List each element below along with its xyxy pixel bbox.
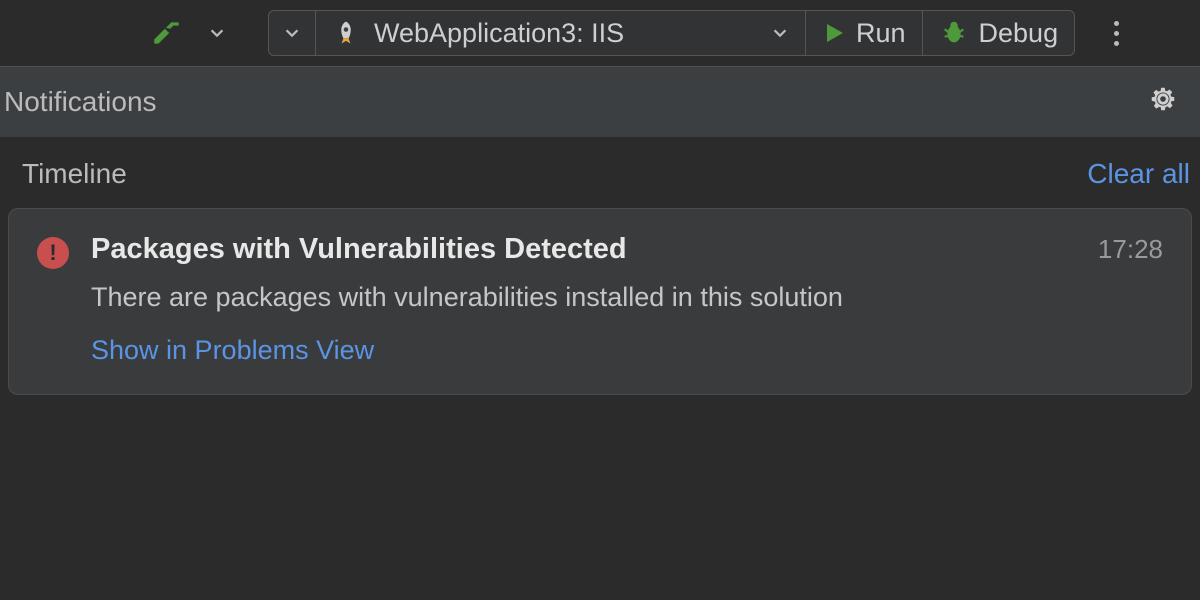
notifications-header: Notifications (0, 66, 1200, 138)
rocket-icon (332, 19, 360, 47)
play-icon (822, 21, 846, 45)
notification-title: Packages with Vulnerabilities Detected (91, 233, 627, 266)
notifications-title: Notifications (4, 86, 157, 118)
timeline-row: Timeline Clear all (0, 138, 1200, 208)
notifications-settings-button[interactable] (1148, 84, 1178, 121)
error-icon: ! (37, 237, 69, 269)
notification-body: Packages with Vulnerabilities Detected 1… (91, 233, 1163, 366)
chevron-down-icon (208, 24, 226, 42)
run-config-selector[interactable]: WebApplication3: IIS (315, 11, 805, 55)
timeline-label: Timeline (22, 158, 127, 190)
chevron-down-icon (283, 24, 301, 42)
run-label: Run (856, 18, 906, 49)
run-button[interactable]: Run (805, 11, 922, 55)
notification-card[interactable]: ! Packages with Vulnerabilities Detected… (8, 208, 1192, 395)
chevron-down-icon (771, 24, 789, 42)
debug-label: Debug (979, 18, 1059, 49)
build-dropdown[interactable] (204, 10, 230, 56)
main-toolbar: WebApplication3: IIS Run Debug (0, 0, 1200, 66)
run-history-dropdown[interactable] (269, 11, 315, 55)
hammer-icon (150, 16, 184, 50)
gear-icon (1148, 84, 1178, 114)
run-config-label: WebApplication3: IIS (374, 18, 761, 49)
toolbar-more-button[interactable] (1091, 10, 1141, 56)
kebab-icon (1101, 21, 1131, 46)
run-config-group: WebApplication3: IIS Run Debug (268, 10, 1075, 56)
notification-message: There are packages with vulnerabilities … (91, 282, 1163, 313)
build-button[interactable] (140, 10, 194, 56)
bug-icon (939, 18, 969, 48)
notification-action-link[interactable]: Show in Problems View (91, 335, 1163, 366)
debug-button[interactable]: Debug (922, 11, 1075, 55)
notification-time: 17:28 (1098, 234, 1163, 265)
clear-all-link[interactable]: Clear all (1087, 158, 1190, 190)
